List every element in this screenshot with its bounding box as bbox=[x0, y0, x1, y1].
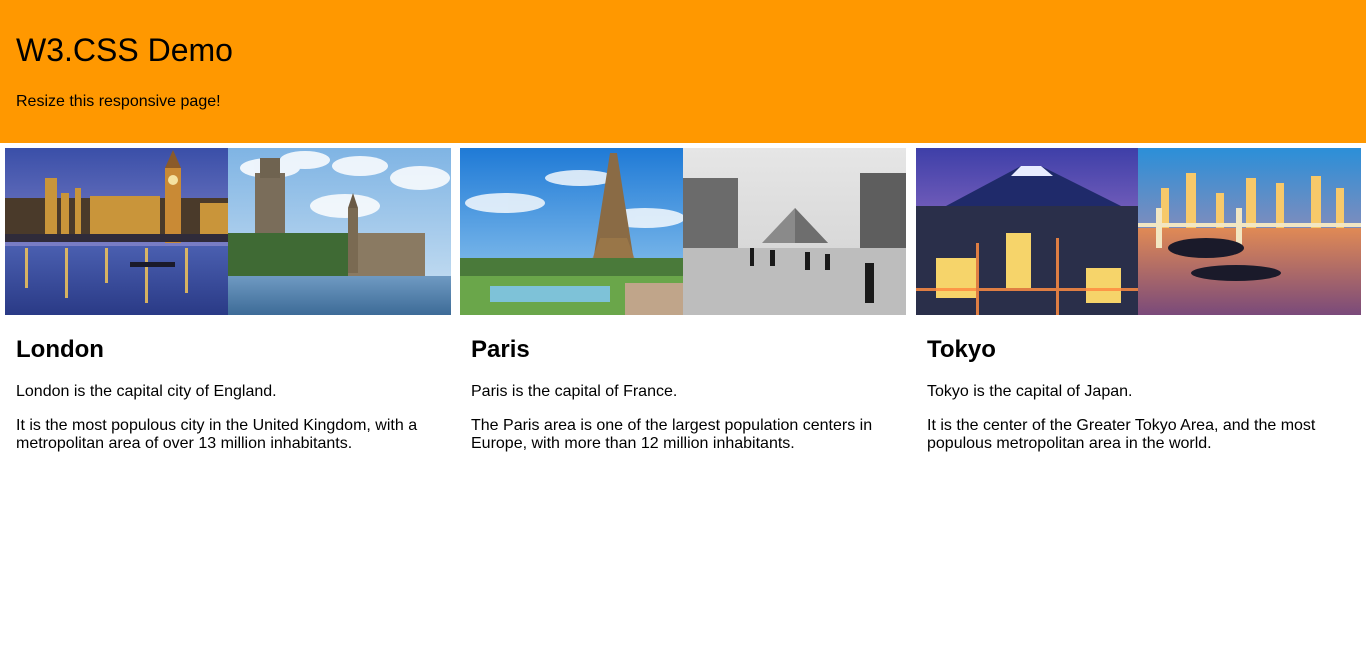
city-heading: Tokyo bbox=[927, 336, 996, 363]
page-title: W3.CSS Demo bbox=[16, 32, 233, 68]
page-subtitle: Resize this responsive page! bbox=[16, 93, 221, 110]
tokyo-photos-image bbox=[916, 148, 1361, 315]
london-text: London London is the capital city of Eng… bbox=[5, 335, 451, 453]
city-heading: Paris bbox=[471, 336, 530, 363]
city-details: The Paris area is one of the largest pop… bbox=[471, 417, 873, 452]
city-description: Paris is the capital of France. bbox=[471, 383, 678, 400]
city-card-paris: Paris Paris is the capital of France. Th… bbox=[460, 148, 906, 453]
city-details: It is the center of the Greater Tokyo Ar… bbox=[927, 417, 1316, 452]
city-row: London London is the capital city of Eng… bbox=[0, 148, 1366, 652]
city-card-tokyo: Tokyo Tokyo is the capital of Japan. It … bbox=[916, 148, 1362, 453]
paris-text: Paris Paris is the capital of France. Th… bbox=[460, 335, 906, 453]
city-details: It is the most populous city in the Unit… bbox=[16, 417, 418, 452]
tokyo-text: Tokyo Tokyo is the capital of Japan. It … bbox=[916, 335, 1362, 453]
city-card-london: London London is the capital city of Eng… bbox=[5, 148, 451, 453]
city-description: Tokyo is the capital of Japan. bbox=[927, 383, 1133, 400]
london-photos bbox=[5, 148, 451, 315]
tokyo-photos bbox=[916, 148, 1362, 315]
paris-photos bbox=[460, 148, 906, 315]
city-description: London is the capital city of England. bbox=[16, 383, 277, 400]
city-heading: London bbox=[16, 336, 104, 363]
paris-photos-image bbox=[460, 148, 906, 315]
london-photos-image bbox=[5, 148, 451, 315]
header: W3.CSS Demo Resize this responsive page! bbox=[0, 0, 1366, 143]
